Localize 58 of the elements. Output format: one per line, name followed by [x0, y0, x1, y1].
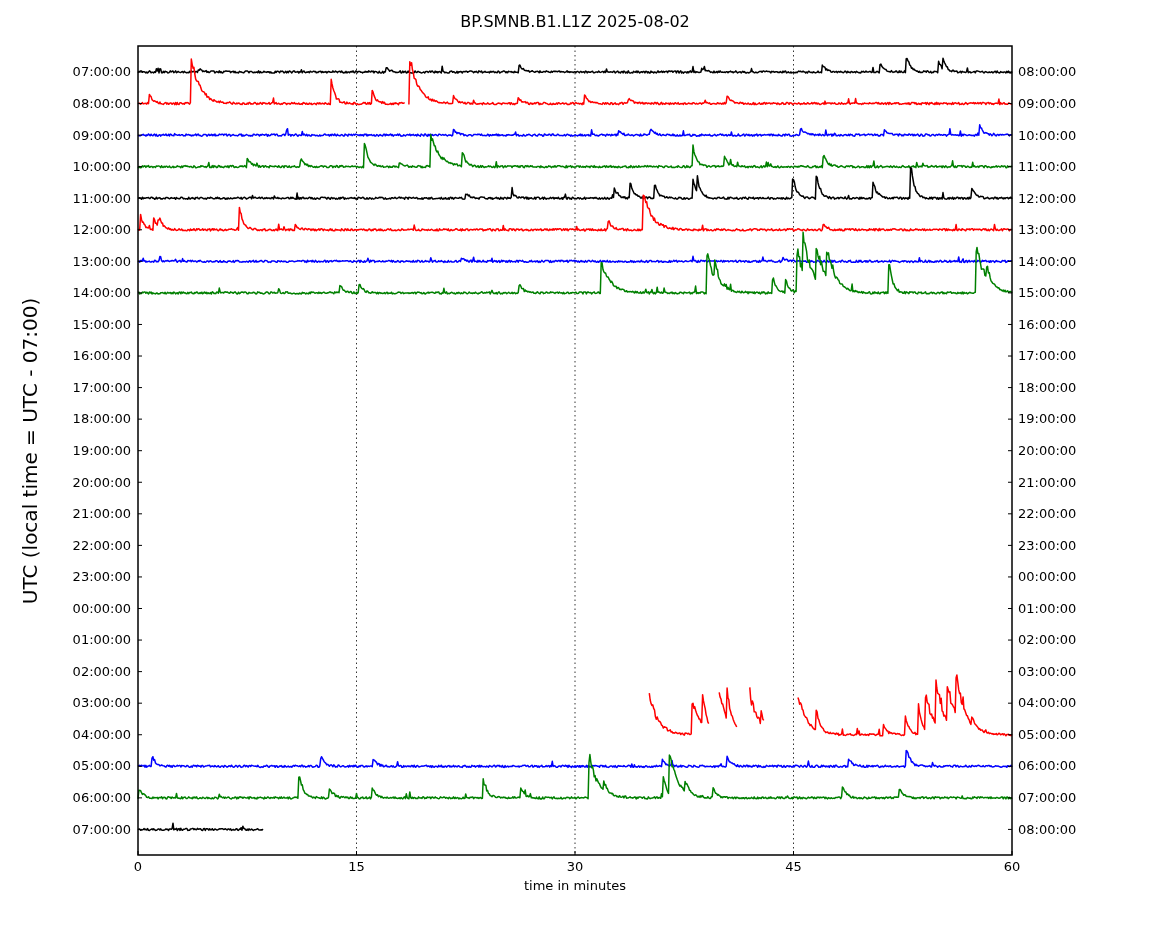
y-tick-label: 22:00:00	[72, 537, 131, 553]
x-axis-label: time in minutes	[523, 878, 627, 893]
y-tick-label: 05:00:00	[1018, 726, 1077, 742]
x-tick-label: 0	[132, 859, 144, 874]
y-tick-label: 21:00:00	[72, 506, 131, 522]
y-tick-label: 08:00:00	[1018, 64, 1077, 80]
x-tick-label: 30	[565, 859, 585, 874]
y-tick-label: 00:00:00	[1018, 569, 1077, 585]
y-tick-label: 07:00:00	[1018, 790, 1077, 806]
y-tick-label: 05:00:00	[72, 758, 131, 774]
y-tick-label: 01:00:00	[1018, 600, 1077, 616]
y-tick-label: 19:00:00	[72, 443, 131, 458]
x-tick-label: 60	[1002, 859, 1022, 874]
y-tick-label: 01:00:00	[72, 632, 131, 648]
y-tick-label: 18:00:00	[72, 411, 131, 427]
y-tick-label: 13:00:00	[1018, 222, 1077, 238]
y-tick-label: 22:00:00	[1018, 506, 1077, 522]
y-tick-label: 13:00:00	[72, 253, 131, 269]
y-tick-label: 18:00:00	[1018, 379, 1077, 395]
y-tick-label: 16:00:00	[72, 348, 131, 364]
y-tick-label: 12:00:00	[72, 222, 131, 238]
y-tick-label: 02:00:00	[1018, 632, 1077, 648]
y-tick-label: 11:00:00	[1018, 159, 1077, 175]
y-axis-label: UTC (local time = UTC - 07:00)	[18, 297, 42, 604]
y-tick-label: 06:00:00	[1018, 758, 1077, 774]
y-tick-label: 03:00:00	[1018, 663, 1077, 679]
y-tick-label: 17:00:00	[1018, 348, 1077, 364]
y-tick-label: 21:00:00	[1018, 474, 1077, 490]
y-tick-label: 02:00:00	[72, 663, 131, 679]
y-tick-label: 09:00:00	[1018, 96, 1077, 111]
y-tick-label: 07:00:00	[72, 64, 131, 80]
y-tick-label: 20:00:00	[72, 474, 131, 490]
y-tick-label: 15:00:00	[72, 316, 131, 332]
y-tick-label: 10:00:00	[72, 159, 131, 175]
y-tick-label: 17:00:00	[72, 379, 131, 395]
y-tick-label: 08:00:00	[1018, 821, 1077, 837]
chart-title: BP.SMNB.B1.L1Z 2025-08-02	[460, 11, 690, 31]
y-tick-label: 03:00:00	[72, 695, 131, 711]
y-tick-label: 07:00:00	[72, 821, 131, 837]
y-tick-label: 14:00:00	[72, 285, 131, 301]
y-tick-label: 04:00:00	[72, 726, 131, 742]
y-tick-label: 06:00:00	[72, 790, 131, 806]
y-tick-label: 14:00:00	[1018, 253, 1077, 269]
y-tick-label: 00:00:00	[72, 600, 131, 616]
x-tick-label: 15	[347, 859, 366, 874]
y-tick-label: 15:00:00	[1018, 285, 1077, 301]
y-tick-label: 16:00:00	[1018, 316, 1077, 332]
y-tick-label: 19:00:00	[1018, 411, 1077, 427]
y-tick-label: 04:00:00	[1018, 695, 1077, 711]
x-tick-label: 45	[784, 859, 803, 874]
y-tick-label: 10:00:00	[1018, 127, 1077, 143]
y-tick-label: 08:00:00	[72, 96, 131, 111]
y-tick-label: 09:00:00	[72, 127, 131, 143]
y-tick-label: 20:00:00	[1018, 443, 1077, 458]
y-tick-label: 11:00:00	[72, 190, 131, 206]
y-tick-label: 12:00:00	[1018, 190, 1077, 206]
y-tick-label: 23:00:00	[1018, 537, 1077, 553]
y-tick-label: 23:00:00	[72, 569, 131, 585]
